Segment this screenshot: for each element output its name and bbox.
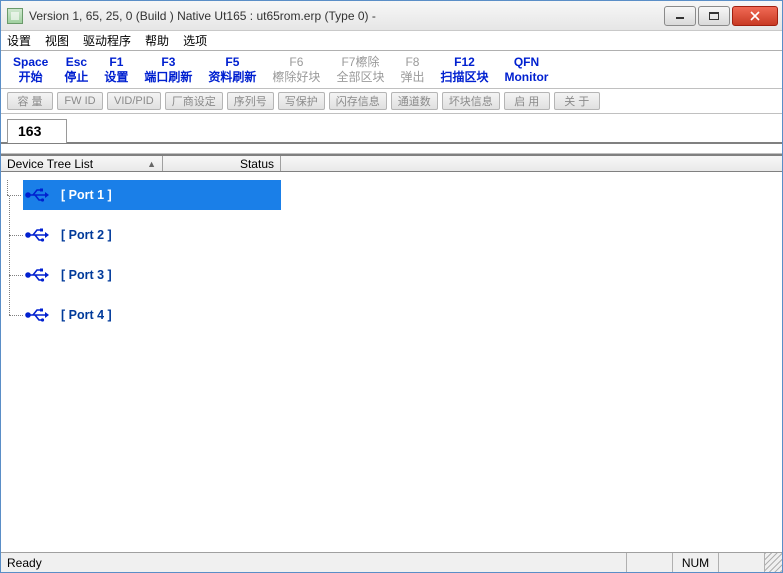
menu-help[interactable]: 帮助 (145, 32, 169, 49)
close-button[interactable] (732, 6, 778, 26)
device-tree[interactable]: [ Port 1 ] [ Port 2 ] [ Port 3 ] [ Port … (1, 172, 782, 552)
gbtn-wp[interactable]: 写保护 (278, 92, 325, 110)
menu-settings[interactable]: 设置 (7, 32, 31, 49)
menubar: 设置 视图 驱动程序 帮助 选项 (1, 31, 782, 51)
gbtn-channel[interactable]: 通道数 (391, 92, 438, 110)
window-title: Version 1, 65, 25, 0 (Build ) Native Ut1… (29, 9, 662, 23)
gbtn-vendor[interactable]: 厂商设定 (165, 92, 223, 110)
maximize-icon (709, 12, 719, 20)
tab-163[interactable]: 163 (7, 119, 67, 143)
col-status[interactable]: Status (163, 156, 281, 171)
list-header: Device Tree List ▲ Status (1, 154, 782, 172)
port-3-node[interactable]: [ Port 3 ] (25, 260, 782, 290)
menu-options[interactable]: 选项 (183, 32, 207, 49)
status-num: NUM (672, 553, 718, 572)
port-4-node[interactable]: [ Port 4 ] (25, 300, 782, 330)
tab-strip: 163 (1, 114, 782, 144)
port-2-node[interactable]: [ Port 2 ] (25, 220, 782, 250)
menu-driver[interactable]: 驱动程序 (83, 32, 131, 49)
usb-icon (25, 305, 49, 325)
fn-f12[interactable]: F12扫描区块 (432, 53, 496, 86)
app-icon (7, 8, 23, 24)
gbtn-enable[interactable]: 启 用 (504, 92, 550, 110)
fn-f6[interactable]: F6檫除好块 (264, 53, 328, 86)
fn-stop[interactable]: Esc停止 (56, 53, 96, 86)
gbtn-fwid[interactable]: FW ID (57, 92, 103, 110)
fn-f7[interactable]: F7檫除全部区块 (328, 53, 392, 86)
port-label: [ Port 3 ] (57, 267, 116, 283)
usb-icon (25, 225, 49, 245)
window-controls (662, 6, 778, 26)
status-cell-empty2 (718, 553, 764, 572)
port-label: [ Port 4 ] (57, 307, 116, 323)
status-text: Ready (1, 556, 626, 570)
close-icon (749, 11, 761, 21)
port-1-node[interactable]: [ Port 1 ] (23, 180, 281, 210)
fn-f1[interactable]: F1设置 (96, 53, 136, 86)
sort-asc-icon: ▲ (147, 159, 156, 169)
port-label: [ Port 1 ] (57, 187, 116, 203)
fn-f3[interactable]: F3端口刷新 (136, 53, 200, 86)
gbtn-serial[interactable]: 序列号 (227, 92, 274, 110)
fn-start[interactable]: Space开始 (5, 53, 56, 86)
col-device-tree[interactable]: Device Tree List ▲ (1, 156, 163, 171)
col-device-tree-label: Device Tree List (7, 157, 93, 171)
usb-icon (25, 265, 49, 285)
tab-spacer (1, 144, 782, 154)
menu-view[interactable]: 视图 (45, 32, 69, 49)
fn-f8[interactable]: F8弹出 (392, 53, 432, 86)
minimize-button[interactable] (664, 6, 696, 26)
function-toolbar: Space开始 Esc停止 F1设置 F3端口刷新 F5资料刷新 F6檫除好块 … (1, 51, 782, 89)
status-cell-empty1 (626, 553, 672, 572)
col-spacer (281, 156, 782, 171)
gbtn-flash[interactable]: 闪存信息 (329, 92, 387, 110)
gbtn-vidpid[interactable]: VID/PID (107, 92, 161, 110)
maximize-button[interactable] (698, 6, 730, 26)
gbtn-about[interactable]: 关 于 (554, 92, 600, 110)
gbtn-badblk[interactable]: 坏块信息 (442, 92, 500, 110)
resize-grip[interactable] (764, 553, 782, 572)
app-window: Version 1, 65, 25, 0 (Build ) Native Ut1… (0, 0, 783, 573)
usb-icon (25, 185, 49, 205)
port-label: [ Port 2 ] (57, 227, 116, 243)
gray-toolbar: 容 量 FW ID VID/PID 厂商设定 序列号 写保护 闪存信息 通道数 … (1, 89, 782, 114)
col-status-label: Status (240, 157, 274, 171)
titlebar[interactable]: Version 1, 65, 25, 0 (Build ) Native Ut1… (1, 1, 782, 31)
gbtn-capacity[interactable]: 容 量 (7, 92, 53, 110)
statusbar: Ready NUM (1, 552, 782, 572)
fn-qfn[interactable]: QFNMonitor (496, 53, 556, 86)
minimize-icon (675, 12, 685, 20)
fn-f5[interactable]: F5资料刷新 (200, 53, 264, 86)
